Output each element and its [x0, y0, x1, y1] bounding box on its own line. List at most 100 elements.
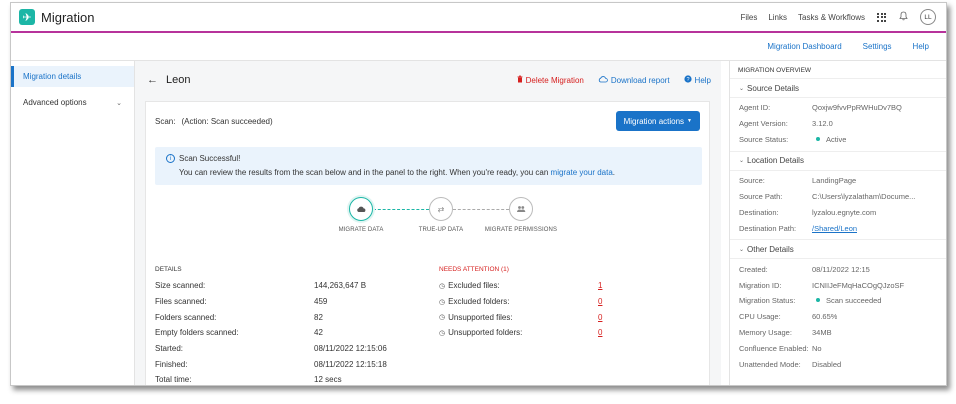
detail-value: 82: [314, 312, 323, 322]
kv-key: Migration ID:: [739, 280, 782, 290]
bell-icon[interactable]: [899, 11, 908, 23]
needs-attention-section: NEEDS ATTENTION (1) ◷ Excluded files: 1 ◷ E…: [439, 266, 609, 341]
detail-key: Folders scanned:: [155, 312, 217, 322]
kv-key: Agent Version:: [739, 119, 788, 129]
kv-row: Destination Path: /Shared/Leon: [730, 220, 946, 236]
attention-row: ◷ Unsupported files: 0: [439, 309, 609, 325]
location-details-toggle[interactable]: ⌄ Location Details: [730, 152, 946, 171]
source-status-value: Active: [826, 135, 847, 145]
kv-key: Source:: [739, 176, 765, 186]
kv-key: Destination Path:: [739, 223, 797, 233]
main-content: ← Leon Delete Migration Download report: [135, 61, 721, 385]
kv-row: Agent ID: Qoxjw9fvvPpRWHuDv7BQ: [730, 100, 946, 116]
section-heading: Location Details: [747, 156, 804, 166]
alert-end: .: [612, 168, 616, 177]
chevron-down-icon: ⌄: [739, 158, 745, 165]
kv-row: Memory Usage: 34MB: [730, 325, 946, 341]
trash-icon: [517, 75, 523, 85]
chevron-down-icon: ⌄: [739, 246, 745, 253]
download-report-label: Download report: [610, 75, 670, 85]
detail-key: Empty folders scanned:: [155, 328, 239, 338]
excluded-files-link[interactable]: 1: [598, 281, 602, 290]
sidebar-item-migration-details[interactable]: Migration details: [11, 66, 134, 87]
migration-stepper: MIGRATE DATA ⇄ TRUE-UP DATA MIGRATE PERM…: [321, 197, 561, 247]
kv-key: Unattended Mode:: [739, 360, 801, 370]
unsupported-files-link[interactable]: 0: [598, 313, 602, 322]
detail-key: Files scanned:: [155, 297, 207, 307]
nav-links[interactable]: Links: [768, 13, 787, 22]
kv-value: C:\Users\lyzalatham\Docume...: [812, 192, 916, 201]
svg-text:?: ?: [686, 77, 689, 83]
apps-grid-icon[interactable]: [877, 12, 886, 22]
detail-row: Folders scanned: 82: [155, 309, 415, 325]
step-label: MIGRATE PERMISSIONS: [484, 227, 558, 233]
kv-key: Source Path:: [739, 192, 783, 201]
kv-row: Source: LandingPage: [730, 173, 946, 189]
migration-dashboard-link[interactable]: Migration Dashboard: [767, 42, 841, 51]
clock-icon: ◷: [439, 329, 446, 337]
location-details: Source: LandingPage Source Path: C:\Users\…: [730, 171, 946, 241]
kv-value: No: [812, 344, 822, 354]
chevron-down-icon: ⌄: [116, 99, 122, 107]
status-dot-icon: [816, 137, 820, 142]
avatar[interactable]: LL: [920, 9, 936, 25]
details-section: DETAILS Size scanned: 144,263,647 B Files…: [155, 266, 415, 385]
detail-row: Finished: 08/11/2022 12:15:18: [155, 356, 415, 372]
migrate-your-data-link[interactable]: migrate your data: [551, 168, 613, 177]
unsupported-folders-link[interactable]: 0: [598, 328, 602, 337]
settings-link[interactable]: Settings: [863, 42, 892, 51]
source-details: Agent ID: Qoxjw9fvvPpRWHuDv7BQ Agent Vers…: [730, 98, 946, 152]
sidebar-item-label: Migration details: [23, 72, 82, 81]
excluded-folders-link[interactable]: 0: [598, 297, 602, 306]
delete-migration-button[interactable]: Delete Migration: [517, 75, 584, 85]
detail-row: Size scanned: 144,263,647 B: [155, 278, 415, 294]
other-details-toggle[interactable]: ⌄ Other Details: [730, 240, 946, 260]
sidebar-item-advanced-options[interactable]: Advanced options ⌄: [11, 92, 134, 113]
kv-key: Memory Usage:: [739, 328, 792, 338]
detail-key: Finished:: [155, 359, 188, 369]
step-migrate-data[interactable]: MIGRATE DATA: [321, 197, 401, 233]
download-report-button[interactable]: Download report: [598, 76, 670, 85]
sync-arrows-icon: ⇄: [429, 197, 453, 221]
detail-key: Total time:: [155, 375, 192, 385]
cloud-download-icon: [598, 75, 608, 85]
source-details-toggle[interactable]: ⌄ Source Details: [730, 79, 946, 98]
migration-card: Scan: (Action: Scan succeeded) Migration…: [145, 101, 710, 385]
migration-actions-button[interactable]: Migration actions ▼: [615, 111, 700, 131]
detail-key: Started:: [155, 344, 184, 354]
help-link[interactable]: Help: [913, 42, 929, 51]
kv-value: 08/11/2022 12:15: [812, 264, 870, 274]
kv-key: Source Status:: [739, 135, 789, 145]
attention-key: Unsupported folders:: [448, 328, 523, 338]
detail-value: 459: [314, 297, 328, 307]
kv-key: Agent ID:: [739, 103, 771, 113]
destination-path-link[interactable]: /Shared/Leon: [812, 224, 857, 233]
back-arrow-icon[interactable]: ←: [147, 74, 158, 86]
section-heading: Other Details: [747, 244, 794, 254]
step-migrate-permissions[interactable]: MIGRATE PERMISSIONS: [481, 197, 561, 233]
kv-row: Source Path: C:\Users\lyzalatham\Docume..…: [730, 189, 946, 205]
sidebar: Migration details Advanced options ⌄: [11, 61, 135, 385]
kv-key: Migration Status:: [739, 296, 796, 306]
other-details: Created: 08/11/2022 12:15 Migration ID: IC…: [730, 259, 946, 373]
attention-row: ◷ Unsupported folders: 0: [439, 325, 609, 341]
kv-row: Unattended Mode: Disabled: [730, 357, 946, 373]
detail-row: Empty folders scanned: 42: [155, 325, 415, 341]
detail-value: 08/11/2022 12:15:18: [314, 359, 387, 369]
details-heading: DETAILS: [155, 266, 182, 273]
step-label: TRUE-UP DATA: [418, 227, 464, 233]
clock-icon: ◷: [439, 298, 446, 306]
nav-tasks-workflows[interactable]: Tasks & Workflows: [798, 13, 865, 22]
step-true-up-data[interactable]: ⇄ TRUE-UP DATA: [401, 197, 481, 233]
kv-value: Qoxjw9fvvPpRWHuDv7BQ: [812, 103, 902, 113]
attention-key: Unsupported files:: [448, 312, 513, 322]
section-heading: Source Details: [747, 83, 800, 93]
chevron-down-icon: ⌄: [739, 85, 745, 92]
attention-key: Excluded folders:: [448, 297, 510, 307]
kv-row: Created: 08/11/2022 12:15: [730, 261, 946, 277]
nav-files[interactable]: Files: [740, 13, 757, 22]
scan-success-alert: i Scan Successful! You can review the re…: [155, 147, 702, 185]
detail-key: Size scanned:: [155, 281, 206, 291]
page-title: Leon: [166, 74, 191, 86]
help-button[interactable]: ? Help: [683, 75, 711, 85]
